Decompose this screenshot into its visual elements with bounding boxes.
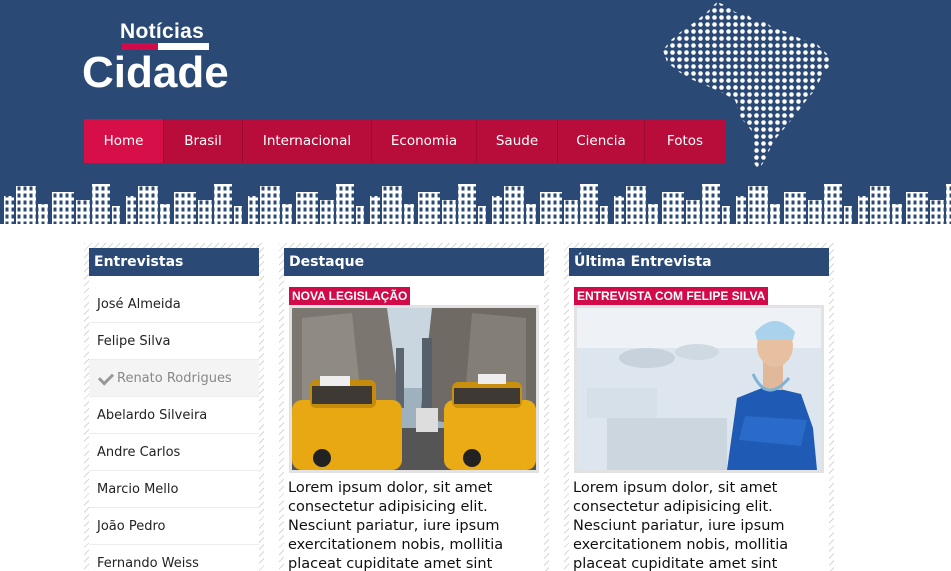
nav-economia[interactable]: Economia bbox=[372, 119, 477, 163]
list-item-label: José Almeida bbox=[97, 297, 181, 312]
list-item[interactable]: Felipe Silva bbox=[89, 323, 259, 360]
list-item[interactable]: José Almeida bbox=[89, 286, 259, 323]
nav-home[interactable]: Home bbox=[84, 119, 164, 163]
list-item[interactable]: Fernando Weiss bbox=[89, 545, 259, 571]
site-header: Notícias Cidade Home Brasil Internaciona… bbox=[0, 0, 951, 228]
ultima-entrevista-tag[interactable]: ENTREVISTA COM FELIPE SILVA bbox=[574, 287, 769, 305]
list-item[interactable]: Abelardo Silveira bbox=[89, 397, 259, 434]
list-item[interactable]: Andre Carlos bbox=[89, 434, 259, 471]
list-item[interactable]: João Pedro bbox=[89, 508, 259, 545]
list-item-label: Renato Rodrigues bbox=[117, 371, 232, 386]
check-icon bbox=[97, 368, 115, 386]
nav-fotos[interactable]: Fotos bbox=[645, 119, 725, 163]
entrevistas-title: Entrevistas bbox=[89, 248, 259, 276]
logo-big-text[interactable]: Cidade bbox=[82, 47, 229, 99]
ultima-entrevista-column: Última Entrevista ENTREVISTA COM FELIPE … bbox=[564, 243, 834, 571]
city-skyline-icon bbox=[0, 184, 951, 228]
list-item-label: Andre Carlos bbox=[97, 445, 181, 460]
list-item-label: Abelardo Silveira bbox=[97, 408, 208, 423]
list-item-label: Fernando Weiss bbox=[97, 556, 199, 571]
list-item-label: Felipe Silva bbox=[97, 334, 171, 349]
main-nav: Home Brasil Internacional Economia Saude… bbox=[84, 119, 725, 163]
destaque-text: Lorem ipsum dolor, sit amet consectetur … bbox=[288, 480, 504, 571]
list-item-label: Marcio Mello bbox=[97, 482, 179, 497]
ultima-entrevista-photo[interactable] bbox=[574, 305, 824, 473]
nav-ciencia[interactable]: Ciencia bbox=[558, 119, 645, 163]
entrevistas-list: José Almeida Felipe Silva Renato Rodrigu… bbox=[89, 276, 259, 571]
destaque-column: Destaque NOVA LEGISLAÇÃO Lorem ipsum dol… bbox=[279, 243, 549, 571]
list-item-label: João Pedro bbox=[97, 519, 166, 534]
list-item[interactable]: Marcio Mello bbox=[89, 471, 259, 508]
destaque-title: Destaque bbox=[284, 248, 544, 276]
nav-brasil[interactable]: Brasil bbox=[164, 119, 243, 163]
logo-small-text[interactable]: Notícias bbox=[120, 20, 204, 44]
destaque-photo[interactable] bbox=[289, 305, 539, 473]
ultima-entrevista-title: Última Entrevista bbox=[569, 248, 829, 276]
nav-saude[interactable]: Saude bbox=[477, 119, 558, 163]
destaque-tag[interactable]: NOVA LEGISLAÇÃO bbox=[289, 287, 411, 305]
ultima-entrevista-text: Lorem ipsum dolor, sit amet consectetur … bbox=[573, 480, 789, 571]
list-item-selected[interactable]: Renato Rodrigues bbox=[89, 360, 259, 397]
entrevistas-column: Entrevistas José Almeida Felipe Silva Re… bbox=[84, 243, 264, 571]
nav-internacional[interactable]: Internacional bbox=[243, 119, 372, 163]
